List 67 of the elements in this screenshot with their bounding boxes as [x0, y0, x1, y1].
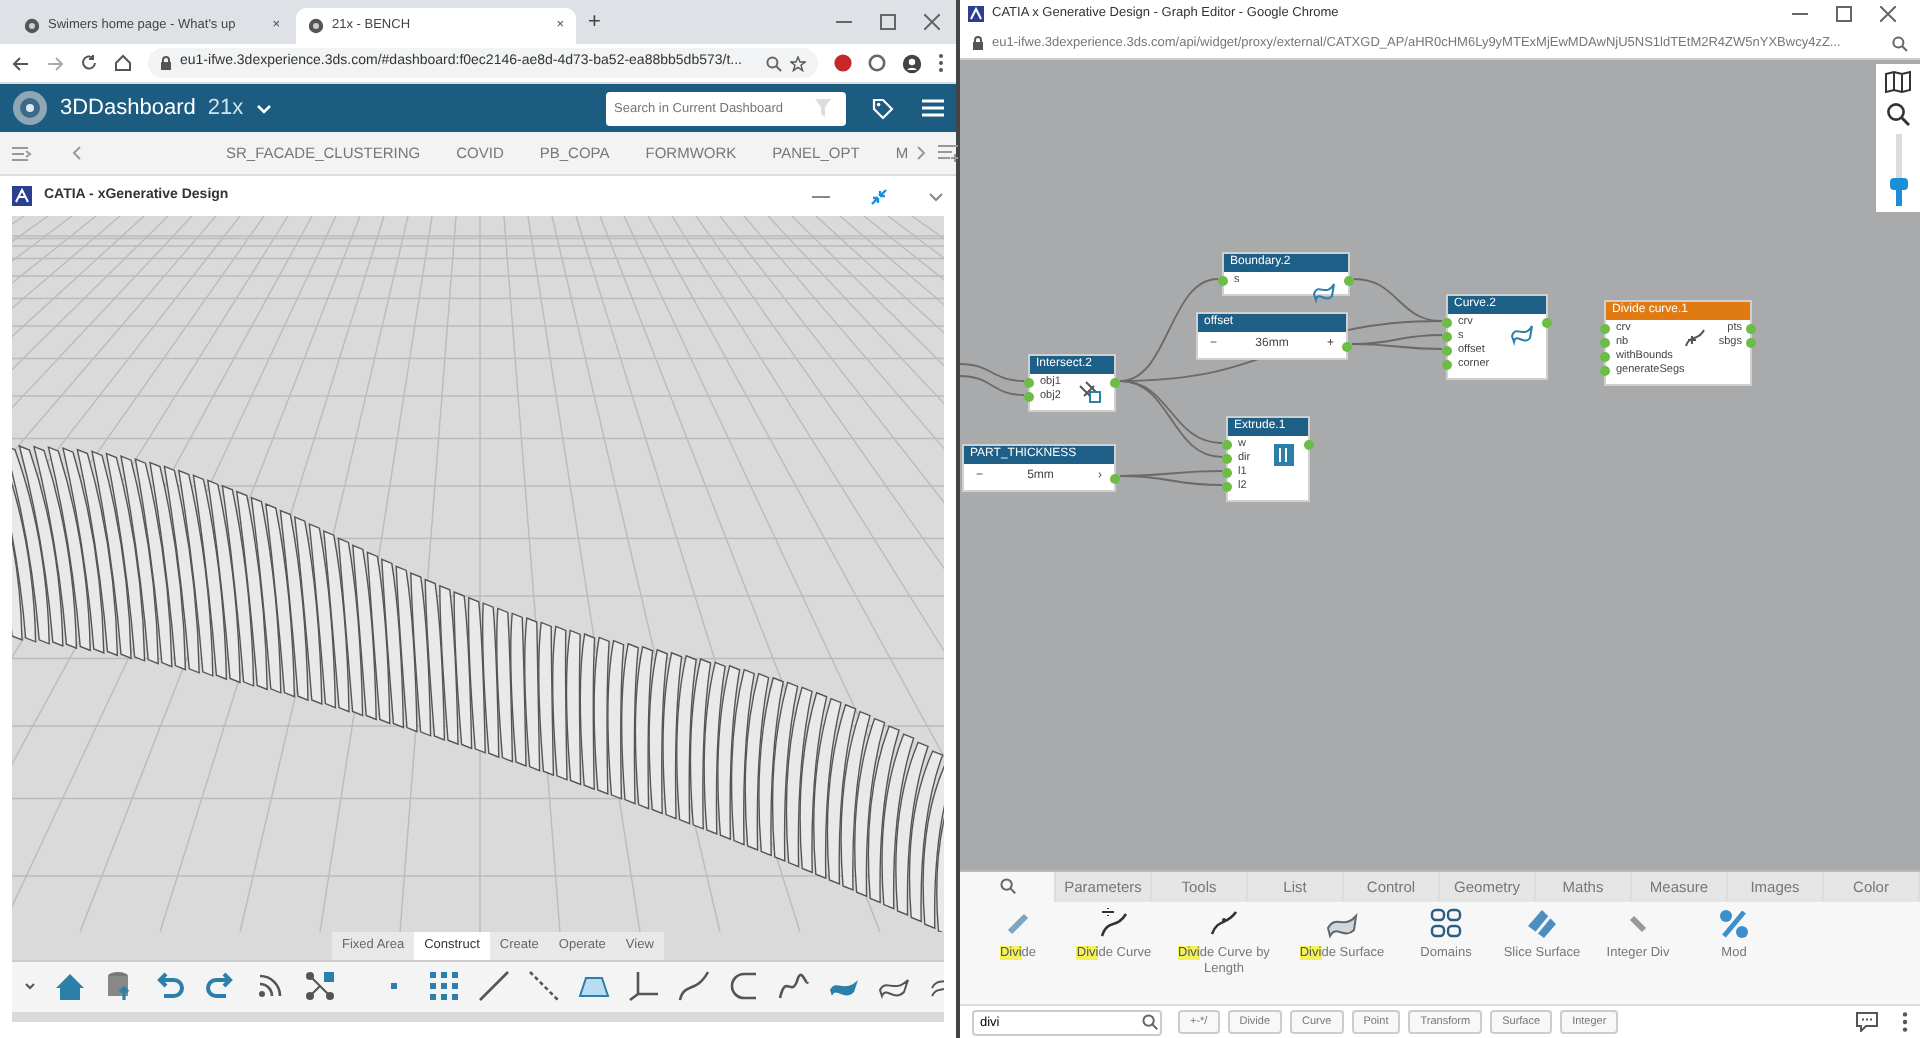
chevron-down-icon[interactable] [928, 191, 944, 201]
collapse-icon[interactable] [870, 187, 888, 205]
kebab-menu-icon[interactable] [938, 54, 944, 72]
output-port[interactable] [1110, 378, 1120, 388]
output-port[interactable] [1304, 440, 1314, 450]
chevron-left-icon[interactable] [72, 146, 82, 160]
reload-icon[interactable] [80, 54, 98, 72]
node-icon [1078, 380, 1102, 406]
line-icon[interactable] [478, 970, 510, 1003]
slider-thumb[interactable] [1889, 178, 1907, 191]
feed-icon[interactable] [254, 970, 286, 1003]
maximize-icon[interactable] [880, 14, 896, 30]
add-tab-icon[interactable] [938, 144, 959, 162]
node-icon [1272, 442, 1296, 468]
dashboard-title: 3DDashboard [60, 93, 196, 124]
search-icon [999, 878, 1015, 895]
3d-scene-drawing[interactable] [12, 216, 944, 932]
menu-icon[interactable] [922, 98, 944, 118]
app-logo-icon [968, 6, 984, 22]
zoom-icon[interactable] [1892, 35, 1908, 51]
maximize-icon[interactable] [1836, 6, 1852, 22]
spline-icon[interactable] [778, 970, 810, 1003]
back-icon[interactable] [12, 55, 30, 71]
curve-icon[interactable] [678, 970, 710, 1003]
minimize-icon[interactable] [812, 193, 830, 199]
node-type-icon [1524, 905, 1560, 942]
lock-icon [160, 56, 172, 70]
compass-logo-icon[interactable] [12, 90, 48, 126]
undo-icon[interactable] [154, 970, 186, 1003]
output-port[interactable] [1110, 474, 1120, 484]
node-icon [1312, 278, 1336, 304]
profile-icon[interactable] [902, 53, 922, 73]
graph-icon[interactable] [304, 970, 336, 1003]
node-type-icon [1428, 905, 1464, 942]
point-grid-icon[interactable] [428, 970, 460, 1003]
output-port[interactable] [1542, 318, 1552, 328]
redo-icon[interactable] [204, 970, 236, 1003]
dashed-line-icon[interactable] [528, 970, 560, 1003]
node-type-icon [1716, 905, 1752, 942]
site-icon [24, 18, 40, 34]
comment-icon[interactable] [1856, 1012, 1878, 1033]
input-port[interactable] [1218, 276, 1228, 286]
collapse-sidebar-icon[interactable] [12, 145, 32, 161]
output-port[interactable] [1342, 342, 1352, 352]
lock-icon [972, 36, 984, 50]
axes-icon[interactable] [628, 970, 660, 1003]
zoom-icon[interactable] [1886, 102, 1910, 126]
close-icon[interactable] [924, 14, 940, 30]
dashboard-version[interactable]: 21x [207, 91, 244, 125]
arc-icon[interactable] [728, 970, 760, 1003]
forward-icon[interactable] [46, 55, 64, 71]
tag-icon[interactable] [872, 97, 894, 119]
chevron-right-icon[interactable] [916, 146, 927, 160]
chevron-down-icon[interactable] [24, 982, 36, 991]
kebab-menu-icon[interactable] [1902, 1012, 1908, 1033]
star-icon[interactable] [790, 55, 806, 71]
site-icon [308, 18, 324, 34]
app-logo-icon [12, 186, 32, 206]
close-icon[interactable] [1880, 6, 1896, 22]
output-port[interactable] [1344, 276, 1354, 286]
home-icon[interactable] [114, 54, 132, 72]
node-icon [1510, 320, 1534, 346]
map-icon[interactable] [1884, 70, 1912, 94]
node-type-icon [1096, 905, 1132, 942]
home-icon[interactable] [54, 970, 86, 1003]
node-icon [1682, 326, 1706, 352]
new-tab-button[interactable]: + [580, 5, 609, 39]
